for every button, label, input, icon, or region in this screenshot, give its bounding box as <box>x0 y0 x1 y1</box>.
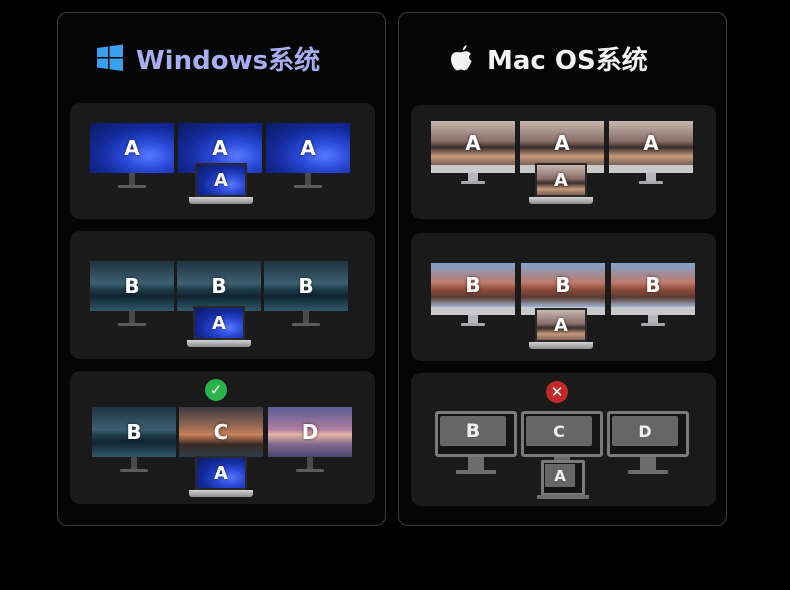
windows-title: Windows系统 <box>136 45 321 76</box>
monitor-label: C <box>526 416 592 446</box>
monitor-label: D <box>301 420 319 444</box>
mac-extend-row: B B B A <box>411 233 716 361</box>
windows-panel: Windows系统 A A A A B B B A ✓ B C D A <box>57 12 386 526</box>
monitor-label: A <box>465 131 481 155</box>
windows-logo-icon <box>97 44 123 71</box>
monitor-label: C <box>213 420 229 444</box>
mac-mirror-row: A A A A <box>411 105 716 219</box>
monitor-label: B <box>211 274 227 298</box>
monitor-label: B <box>298 274 314 298</box>
monitor-label: A <box>124 136 140 160</box>
windows-header: Windows系统 <box>96 41 321 76</box>
laptop-label: A <box>554 314 568 336</box>
monitor-label: B <box>440 416 506 446</box>
laptop-label: A <box>214 169 228 191</box>
monitor-label: B <box>124 274 140 298</box>
mac-panel: Mac OS系统 A A A A B B B A ✕ B C D A <box>398 12 727 526</box>
check-icon: ✓ <box>205 379 227 401</box>
windows-independent-row: ✓ B C D A <box>70 371 375 504</box>
laptop-label: A <box>545 464 575 487</box>
laptop-label: A <box>212 312 226 334</box>
monitor-label: B <box>126 420 142 444</box>
monitor-label: B <box>645 273 661 297</box>
windows-mirror-row: A A A A <box>70 103 375 219</box>
mac-independent-row: ✕ B C D A <box>411 373 716 506</box>
mac-header: Mac OS系统 <box>447 41 648 76</box>
monitor-label: A <box>643 131 659 155</box>
monitor-label: D <box>612 416 678 446</box>
monitor-label: B <box>555 273 571 297</box>
cross-icon: ✕ <box>546 381 568 403</box>
mac-title: Mac OS系统 <box>487 45 648 76</box>
windows-extend-row: B B B A <box>70 231 375 359</box>
monitor-label: A <box>300 136 316 160</box>
apple-logo-icon <box>450 45 472 71</box>
monitor-label: B <box>465 273 481 297</box>
laptop-label: A <box>554 169 568 191</box>
laptop-label: A <box>214 462 228 484</box>
monitor-label: A <box>554 131 570 155</box>
